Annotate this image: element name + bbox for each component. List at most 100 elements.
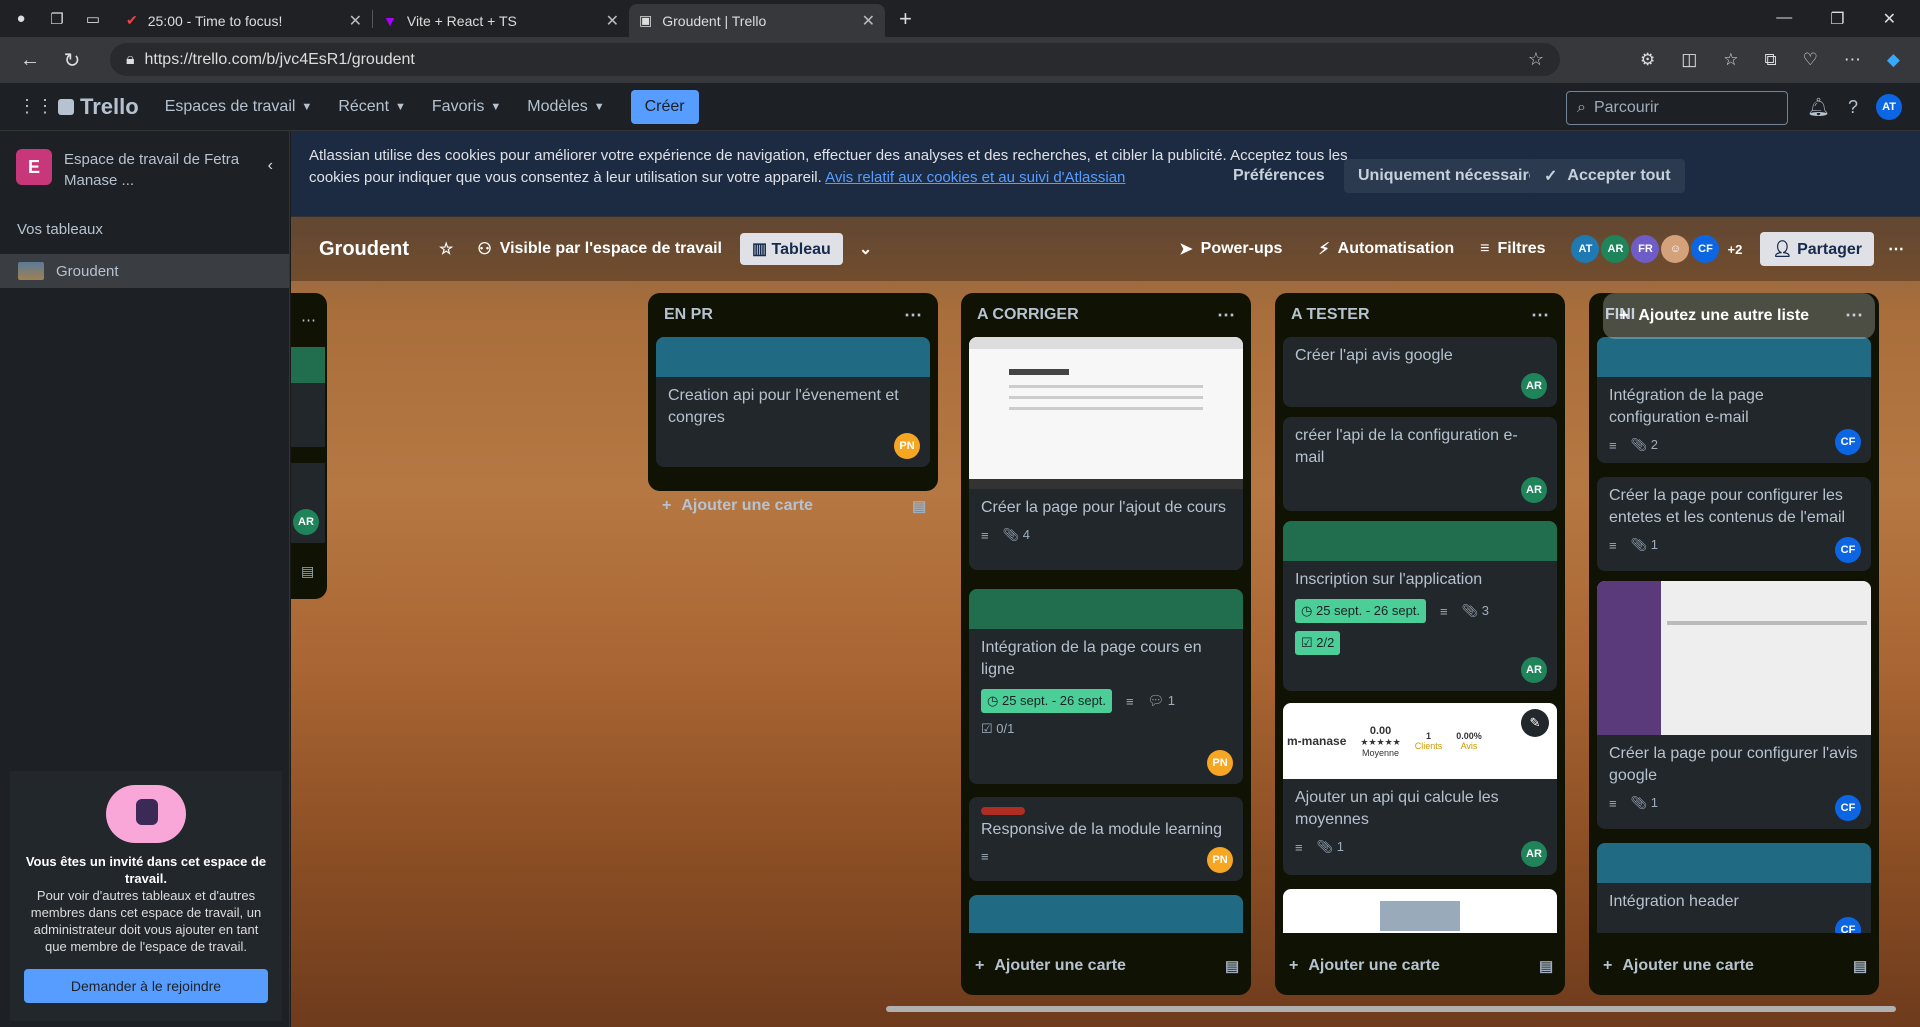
card[interactable]: Créer l'api avis google AR [1283, 337, 1557, 407]
close-icon[interactable]: ✕ [606, 11, 619, 31]
star-board-icon[interactable]: ☆ [439, 239, 453, 259]
accept-all-button[interactable]: ✓ Accepter tout [1530, 159, 1685, 193]
edit-card-icon[interactable]: ✎ [1521, 709, 1549, 737]
close-icon[interactable]: ✕ [349, 11, 362, 31]
template-icon[interactable]: ▤ [1225, 957, 1239, 975]
visibility-button[interactable]: ⚇ Visible par l'espace de travail [477, 239, 722, 259]
add-card-button[interactable]: + Ajouter une carte ▤ [1289, 957, 1569, 975]
card[interactable]: Inscription sur l'application ◷ 25 sept.… [1283, 521, 1557, 691]
add-card-button[interactable]: + Ajouter une carte ▤ [1603, 957, 1883, 975]
necessary-only-button[interactable]: Uniquement nécessaires [1344, 159, 1561, 193]
card[interactable]: Créer la page pour l'ajout de cours ≡ 📎︎ … [969, 337, 1243, 570]
board-menu-icon[interactable]: ⋯ [1888, 239, 1904, 259]
copilot-icon[interactable]: ◆ [1887, 50, 1900, 70]
card-partial[interactable]: AR [291, 463, 325, 543]
card-partial[interactable] [1283, 889, 1557, 933]
menu-favorites[interactable]: Favoris ▼ [432, 98, 501, 116]
list-title[interactable]: A TESTER [1291, 306, 1370, 324]
add-card-button[interactable]: + Ajouter une carte ▤ [662, 497, 942, 515]
card[interactable]: Intégration header CF [1597, 843, 1871, 933]
menu-templates[interactable]: Modèles ▼ [527, 98, 604, 116]
collections-icon[interactable]: ⧉ [1765, 50, 1777, 70]
menu-recent[interactable]: Récent ▼ [338, 98, 406, 116]
favorites-icon[interactable]: ☆ [1723, 50, 1738, 70]
description-icon: ≡ [1609, 795, 1617, 811]
card[interactable]: m-manase 0.00 ★★★★★ Moyenne 1 Clients 0.00%… [1283, 703, 1557, 875]
cookie-policy-link[interactable]: Avis relatif aux cookies et au suivi d'A… [825, 169, 1125, 186]
app-switcher-icon[interactable]: ⋮⋮⋮ [18, 96, 72, 117]
list-menu-icon[interactable]: ⋯ [1217, 305, 1235, 326]
split-screen-icon[interactable]: ◫ [1681, 50, 1697, 70]
card-partial[interactable] [291, 383, 325, 447]
restore-icon[interactable]: ❐ [1830, 9, 1844, 29]
filters-button[interactable]: ≡ Filtres [1480, 240, 1545, 258]
add-list-button[interactable]: + Ajoutez une autre liste [1603, 293, 1875, 339]
card[interactable]: Créer la page pour configurer les entete… [1597, 477, 1871, 571]
browser-tab-trello[interactable]: ▣ Groudent | Trello ✕ [629, 4, 885, 37]
member-avatar: PN [1207, 847, 1233, 873]
member-avatar-photo[interactable]: ☺ [1661, 235, 1690, 263]
card[interactable]: Creation api pour l'évenement et congres… [656, 337, 930, 467]
list-menu-icon[interactable]: ⋯ [904, 305, 922, 326]
card-cover [1283, 521, 1557, 561]
automation-button[interactable]: ⚡︎ Automatisation [1318, 239, 1454, 259]
collapse-sidebar-icon[interactable]: ‹ [268, 157, 273, 175]
card[interactable]: Responsive de la module learning ≡ PN [969, 797, 1243, 881]
url-field[interactable]: 🔒︎ https://trello.com/b/jvc4EsR1/grouden… [110, 43, 1560, 76]
reload-icon[interactable]: ↻ [54, 48, 90, 73]
close-window-icon[interactable]: ✕ [1883, 9, 1896, 29]
member-avatar[interactable]: AR [1601, 235, 1630, 263]
menu-workspaces[interactable]: Espaces de travail ▼ [165, 98, 313, 116]
minimize-icon[interactable]: — [1776, 9, 1792, 29]
browser-essentials-icon[interactable]: ♡ [1803, 50, 1818, 70]
template-icon[interactable]: ▤ [1539, 957, 1553, 975]
template-icon[interactable]: ▤ [912, 497, 926, 515]
view-switcher-board[interactable]: ▥ Tableau [739, 233, 843, 265]
board-title[interactable]: Groudent [319, 238, 409, 261]
card[interactable]: Créer la page pour configurer l'avis goo… [1597, 581, 1871, 829]
list-title[interactable]: A CORRIGER [977, 306, 1079, 324]
tab-actions-icon[interactable]: ▭ [78, 4, 108, 34]
search-input[interactable]: ⌕ Parcourir [1566, 91, 1788, 125]
browser-tab-vite[interactable]: ▼ Vite + React + TS ✕ [373, 4, 629, 37]
add-card-button[interactable]: + Ajouter une carte ▤ [975, 957, 1255, 975]
more-icon[interactable]: ⋯ [1844, 50, 1861, 70]
share-button[interactable]: 👤︎ Partager [1760, 232, 1874, 266]
more-members-count[interactable]: +2 [1727, 235, 1742, 263]
workspaces-icon[interactable]: ❐ [42, 4, 72, 34]
trello-logo[interactable]: Trello [58, 94, 139, 120]
preferences-button[interactable]: Préférences [1219, 159, 1339, 193]
favorite-star-icon[interactable]: ☆ [1528, 49, 1544, 70]
member-avatar[interactable]: CF [1691, 235, 1720, 263]
create-button[interactable]: Créer [630, 89, 699, 124]
template-icon[interactable]: ▤ [1853, 957, 1867, 975]
extensions-icon[interactable]: ⚙ [1640, 50, 1655, 70]
horizontal-scrollbar[interactable] [301, 1003, 1911, 1013]
card[interactable]: Intégration de la page cours en ligne ◷ … [969, 589, 1243, 784]
scrollbar-thumb[interactable] [886, 1006, 1896, 1012]
back-icon[interactable]: ← [12, 49, 48, 72]
member-avatar[interactable]: FR [1631, 235, 1660, 263]
card[interactable]: créer l'api de la configuration e-mail A… [1283, 417, 1557, 511]
list-title[interactable]: EN PR [664, 306, 713, 324]
browser-tab-focus[interactable]: ✔ 25:00 - Time to focus! ✕ [116, 4, 372, 37]
user-avatar[interactable]: AT [1876, 94, 1902, 120]
card[interactable]: Intégration de la page configuration e-m… [1597, 337, 1871, 463]
views-chevron-icon[interactable]: ⌄ [859, 239, 872, 259]
member-avatar[interactable]: AT [1571, 235, 1600, 263]
notifications-icon[interactable]: 🔔︎ [1807, 97, 1830, 118]
request-join-button[interactable]: Demander à le rejoindre [24, 969, 268, 1003]
list-menu-icon[interactable]: ⋯ [1531, 305, 1549, 326]
card-partial[interactable] [969, 895, 1243, 933]
template-icon[interactable]: ▤ [301, 563, 314, 580]
sidebar-item-groudent[interactable]: Groudent [0, 254, 289, 288]
member-avatar: AR [1521, 373, 1547, 399]
sidebar-item-label: Groudent [56, 262, 119, 280]
list-menu-icon[interactable]: ⋯ [301, 311, 316, 329]
powerups-button[interactable]: ➤ Power-ups [1179, 239, 1282, 259]
help-icon[interactable]: ? [1848, 97, 1858, 118]
workspace-header[interactable]: E Espace de travail de Fetra Manase ... … [0, 131, 289, 209]
new-tab-button[interactable]: + [899, 6, 912, 32]
close-icon[interactable]: ✕ [862, 11, 875, 31]
profile-icon[interactable]: ● [6, 4, 36, 34]
